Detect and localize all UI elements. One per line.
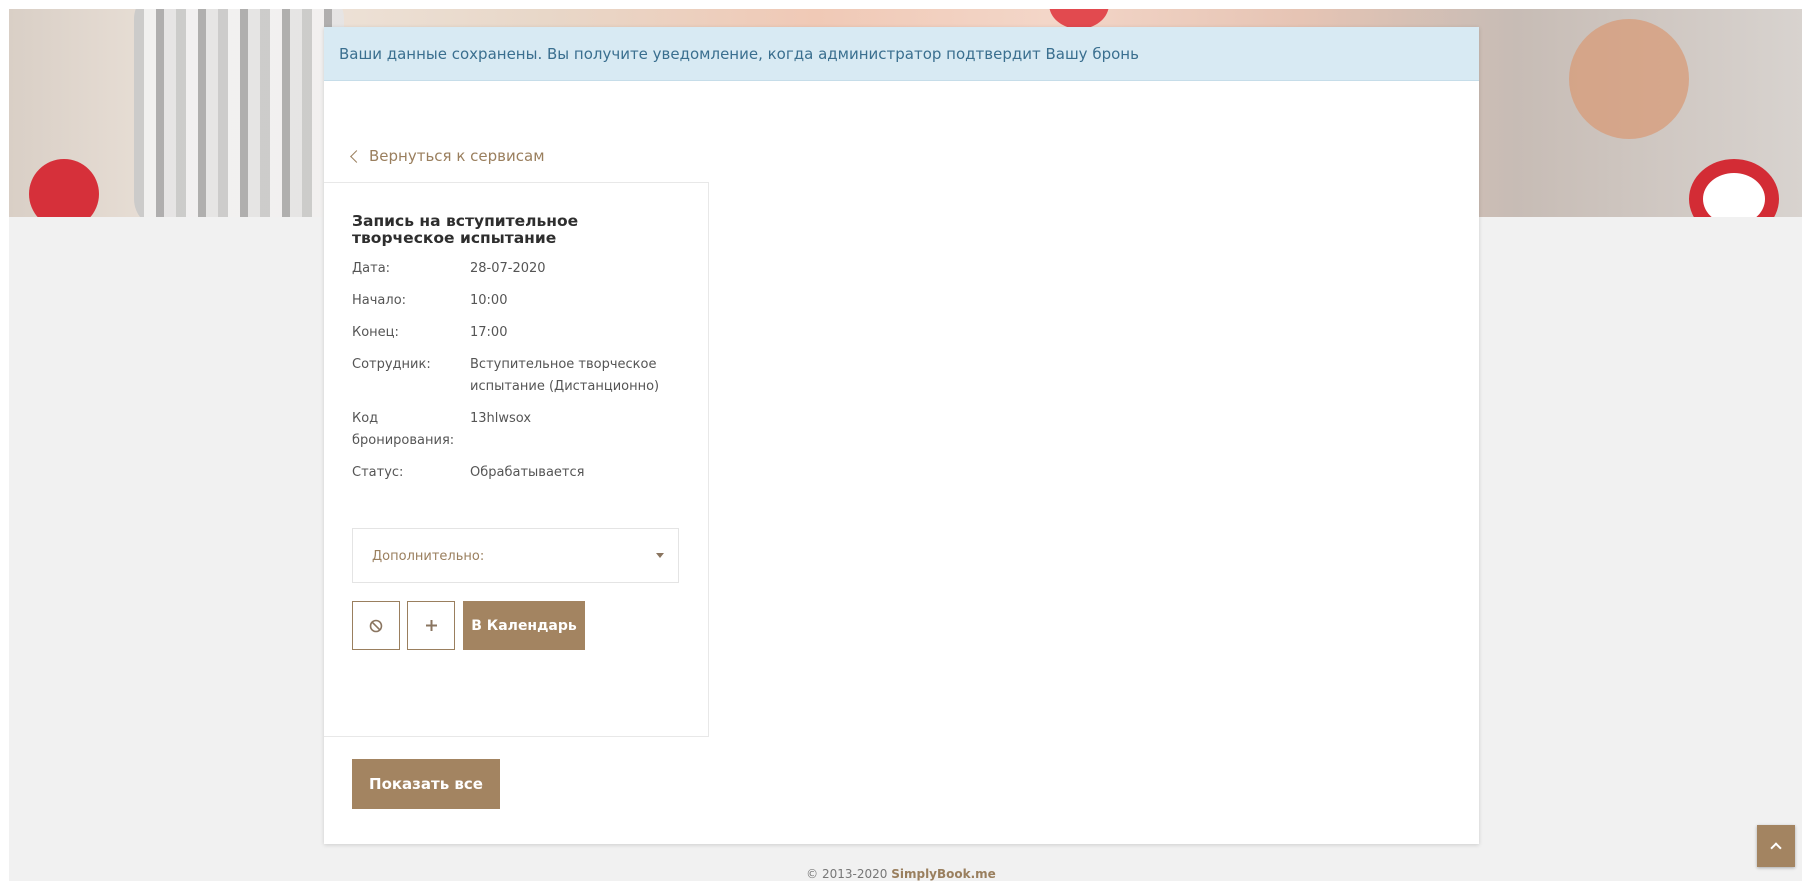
show-all-button[interactable]: Показать все: [352, 759, 500, 809]
detail-label: Сотрудник:: [352, 357, 431, 372]
detail-value: 10:00: [470, 293, 508, 308]
back-to-services-link[interactable]: Вернуться к сервисам: [350, 147, 545, 165]
chevron-up-icon: [1770, 842, 1782, 854]
detail-label: Код бронирования:: [352, 411, 455, 448]
footer-copyright: © 2013-2020: [806, 867, 888, 881]
cancel-circle-icon: [369, 619, 383, 632]
chevron-left-icon: [350, 150, 363, 163]
booking-title: Запись на вступительное творческое испыт…: [352, 212, 579, 247]
success-alert: Ваши данные сохранены. Вы получите уведо…: [324, 27, 1479, 81]
footer: © 2013-2020 SimplyBook.me: [0, 867, 1802, 881]
back-link-label: Вернуться к сервисам: [369, 147, 545, 165]
detail-value: 13hlwsox: [470, 411, 532, 426]
cancel-booking-button[interactable]: [352, 601, 400, 650]
detail-value: 17:00: [470, 325, 508, 340]
detail-label: Начало:: [352, 293, 407, 308]
detail-label: Дата:: [352, 261, 391, 276]
hero-decor-ball: [1049, 9, 1109, 29]
detail-label: Конец:: [352, 325, 399, 340]
hero-decor-candy: [1689, 159, 1779, 217]
add-booking-button[interactable]: [407, 601, 455, 650]
hero-decor-cookie: [1569, 19, 1689, 139]
booking-card: Ваши данные сохранены. Вы получите уведо…: [324, 27, 1479, 844]
additional-info-dropdown[interactable]: Дополнительно:: [352, 528, 679, 583]
hero-decor-can: [134, 9, 344, 217]
detail-value: 28-07-2020: [470, 261, 546, 276]
plus-icon: [425, 620, 437, 631]
detail-value: Обрабатывается: [470, 465, 585, 480]
add-to-calendar-button[interactable]: В Календарь: [463, 601, 585, 650]
booking-details-panel: Запись на вступительное творческое испыт…: [324, 182, 709, 737]
hero-decor-ball: [29, 159, 99, 217]
detail-label: Статус:: [352, 465, 404, 480]
additional-info-label: Дополнительно:: [372, 549, 485, 564]
scroll-to-top-button[interactable]: [1757, 825, 1795, 867]
detail-value: Вступительное творческое испытание (Дист…: [470, 357, 660, 394]
footer-brand-link[interactable]: SimplyBook.me: [891, 867, 996, 881]
caret-down-icon: [656, 553, 664, 558]
